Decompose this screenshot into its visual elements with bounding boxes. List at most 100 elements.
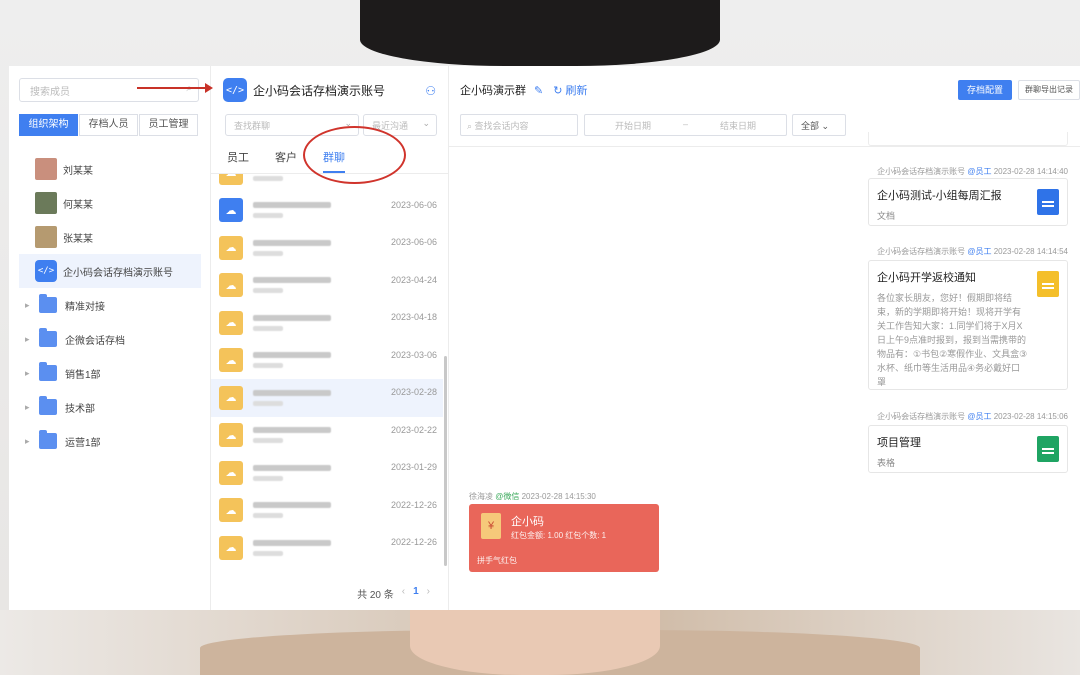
org-panel: 搜索成员 ⌕ 组织架构 存档人员 员工管理 刘某某 何某某 张某某 </> 企小 xyxy=(9,66,211,610)
member-search-input[interactable]: 搜索成员 ⌕ xyxy=(19,78,199,102)
tree-person-label: 张某某 xyxy=(63,233,93,245)
tab-staff[interactable]: 员工 xyxy=(227,146,249,173)
code-icon: </> xyxy=(223,78,247,102)
prev-page-icon[interactable]: ‹ xyxy=(402,586,405,601)
list-item[interactable]: ☁ 2022-12-26 xyxy=(211,529,443,567)
red-packet-message[interactable]: ¥ 企小码 红包金额: 1.00 红包个数: 1 拼手气红包 xyxy=(469,504,659,572)
list-item[interactable]: ☁ xyxy=(211,174,443,192)
list-item-date: 2023-06-06 xyxy=(390,237,437,247)
caret-right-icon[interactable]: ▸ xyxy=(25,368,35,379)
chat-search-placeholder: 查找会话内容 xyxy=(474,121,529,131)
message-tag: @员工 xyxy=(967,247,992,256)
card-title: 项目管理 xyxy=(877,437,921,449)
red-packet-icon: ¥ xyxy=(481,513,501,539)
caret-right-icon[interactable]: ▸ xyxy=(25,402,35,413)
export-records-button[interactable]: 群聊导出记录 xyxy=(1018,80,1080,100)
group-chat-icon: ☁ xyxy=(219,348,243,373)
caret-right-icon[interactable]: ▸ xyxy=(25,300,35,311)
tree-person[interactable]: 张某某 xyxy=(19,220,201,254)
spreadsheet-icon xyxy=(1037,436,1059,462)
account-title: 企小码会话存档演示账号 xyxy=(253,83,386,98)
list-item-date: 2022-12-26 xyxy=(390,537,437,547)
chat-title: 企小码演示群 xyxy=(460,85,526,97)
tree-person[interactable]: 何某某 xyxy=(19,186,201,220)
list-item[interactable]: ☁ 2023-02-28 xyxy=(211,379,443,417)
group-chat-icon: ☁ xyxy=(219,423,243,448)
card-title: 企小码开学返校通知 xyxy=(877,272,976,284)
tree-person[interactable]: 刘某某 xyxy=(19,152,201,186)
tree-folder[interactable]: ▸ 企微会话存档 xyxy=(19,322,201,356)
org-segment-control: 组织架构 存档人员 员工管理 xyxy=(19,114,199,136)
list-item-date: 2023-03-06 xyxy=(390,349,437,360)
message-sender: 徐海凌 xyxy=(469,492,493,501)
list-item-date: 2023-06-06 xyxy=(390,199,437,210)
list-item-date: 2023-02-22 xyxy=(390,424,437,435)
message-meta: 企小码会话存档演示账号 @员工 2023-02-28 14:15:06 xyxy=(877,411,1068,422)
header-divider xyxy=(449,146,1080,147)
list-item[interactable]: ☁ 2023-02-22 xyxy=(211,417,443,455)
tree-account-selected[interactable]: </> 企小码会话存档演示账号 xyxy=(19,254,201,288)
tree-person-label: 刘某某 xyxy=(63,165,93,177)
tree-folder[interactable]: ▸ 技术部 xyxy=(19,390,201,424)
group-chat-icon: ☁ xyxy=(219,310,243,335)
archive-config-button[interactable]: 存档配置 xyxy=(958,80,1012,100)
blurred-group-name xyxy=(253,389,331,396)
page-number[interactable]: 1 xyxy=(413,586,419,601)
blurred-last-message xyxy=(253,250,283,256)
segment-org[interactable]: 组织架构 xyxy=(19,114,78,136)
end-date: 结束日期 xyxy=(719,121,756,131)
segment-staff[interactable]: 员工管理 xyxy=(139,114,198,136)
blurred-group-name xyxy=(253,239,331,246)
refresh-label: 刷新 xyxy=(565,85,588,97)
folder-icon xyxy=(39,430,57,449)
tree-folder[interactable]: ▸ 销售1部 xyxy=(19,356,201,390)
caret-right-icon[interactable]: ▸ xyxy=(25,436,35,447)
segment-archived[interactable]: 存档人员 xyxy=(79,114,138,136)
tree-folder[interactable]: ▸ 运营1部 xyxy=(19,424,201,458)
caret-right-icon[interactable]: ▸ xyxy=(25,334,35,345)
refresh-icon: ↻ xyxy=(553,85,563,97)
group-chat-icon: ☁ xyxy=(219,273,243,298)
message-time: 2023-02-28 14:14:40 xyxy=(993,167,1068,176)
chat-search-input[interactable]: ⌕ 查找会话内容 xyxy=(460,114,578,136)
next-page-icon[interactable]: › xyxy=(427,586,430,601)
message-tag: @员工 xyxy=(967,412,992,421)
check-icon xyxy=(1037,271,1059,297)
message-time: 2023-02-28 14:15:06 xyxy=(993,412,1068,421)
message-type-select[interactable]: 全部 ⌄ xyxy=(792,114,846,136)
sheet-message-card[interactable]: 项目管理 表格 xyxy=(868,425,1068,473)
date-range-picker[interactable]: 开始日期 – 结束日期 xyxy=(584,114,787,136)
edit-icon[interactable]: ✎ xyxy=(534,84,543,97)
message-tag: @微信 xyxy=(495,492,520,501)
blurred-last-message xyxy=(253,288,283,294)
group-chat-icon: ☁ xyxy=(219,535,243,560)
list-item[interactable]: ☁ 2023-04-18 xyxy=(211,304,443,342)
message-sender: 企小码会话存档演示账号 xyxy=(877,247,966,256)
list-item[interactable]: ☁ 2023-01-29 xyxy=(211,454,443,492)
card-subtitle: 文档 xyxy=(877,211,896,221)
list-item[interactable]: ☁ 2022-12-26 xyxy=(211,492,443,530)
blurred-last-message xyxy=(253,325,283,331)
start-date: 开始日期 xyxy=(615,121,652,131)
list-item-text xyxy=(253,352,349,369)
list-item-text xyxy=(253,427,349,444)
tab-customer[interactable]: 客户 xyxy=(275,146,297,173)
list-item[interactable]: ☁ 2023-03-06 xyxy=(211,342,443,380)
doc-message-card[interactable]: 企小码测试-小组每周汇报 文档 xyxy=(868,178,1068,226)
list-item-date: 2023-02-28 xyxy=(390,387,437,397)
notice-message-card[interactable]: 企小码开学返校通知 各位家长朋友，您好！假期即将结束，新的学期即将开始！现将开学… xyxy=(868,260,1068,390)
blurred-last-message xyxy=(253,213,283,219)
list-item[interactable]: ☁ 2023-04-24 xyxy=(211,267,443,305)
blurred-group-name xyxy=(253,352,331,359)
tree-folder-label: 精准对接 xyxy=(65,301,105,313)
user-switch-icon[interactable]: ⚇ xyxy=(425,84,436,98)
list-item-text xyxy=(253,174,349,181)
refresh-button[interactable]: ↻ 刷新 xyxy=(553,82,587,98)
list-item[interactable]: ☁ 2023-06-06 xyxy=(211,229,443,267)
blurred-last-message xyxy=(253,438,283,444)
list-item[interactable]: ☁ 2023-06-06 xyxy=(211,192,443,230)
avatar xyxy=(35,226,57,248)
list-scrollbar[interactable] xyxy=(444,356,447,566)
message-type-value: 全部 xyxy=(801,121,820,131)
tree-folder[interactable]: ▸ 精准对接 xyxy=(19,288,201,322)
